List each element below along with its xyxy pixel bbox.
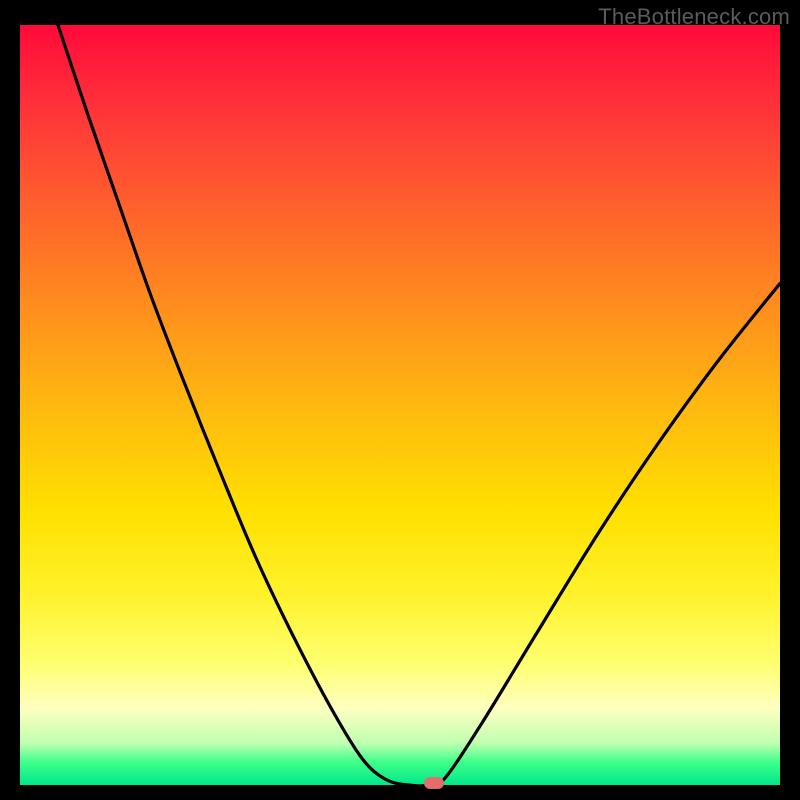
plot-area: [20, 25, 780, 785]
bottleneck-curve: [20, 25, 780, 785]
watermark-text: TheBottleneck.com: [598, 4, 790, 30]
chart-frame: TheBottleneck.com: [0, 0, 800, 800]
optimal-marker: [424, 777, 444, 789]
